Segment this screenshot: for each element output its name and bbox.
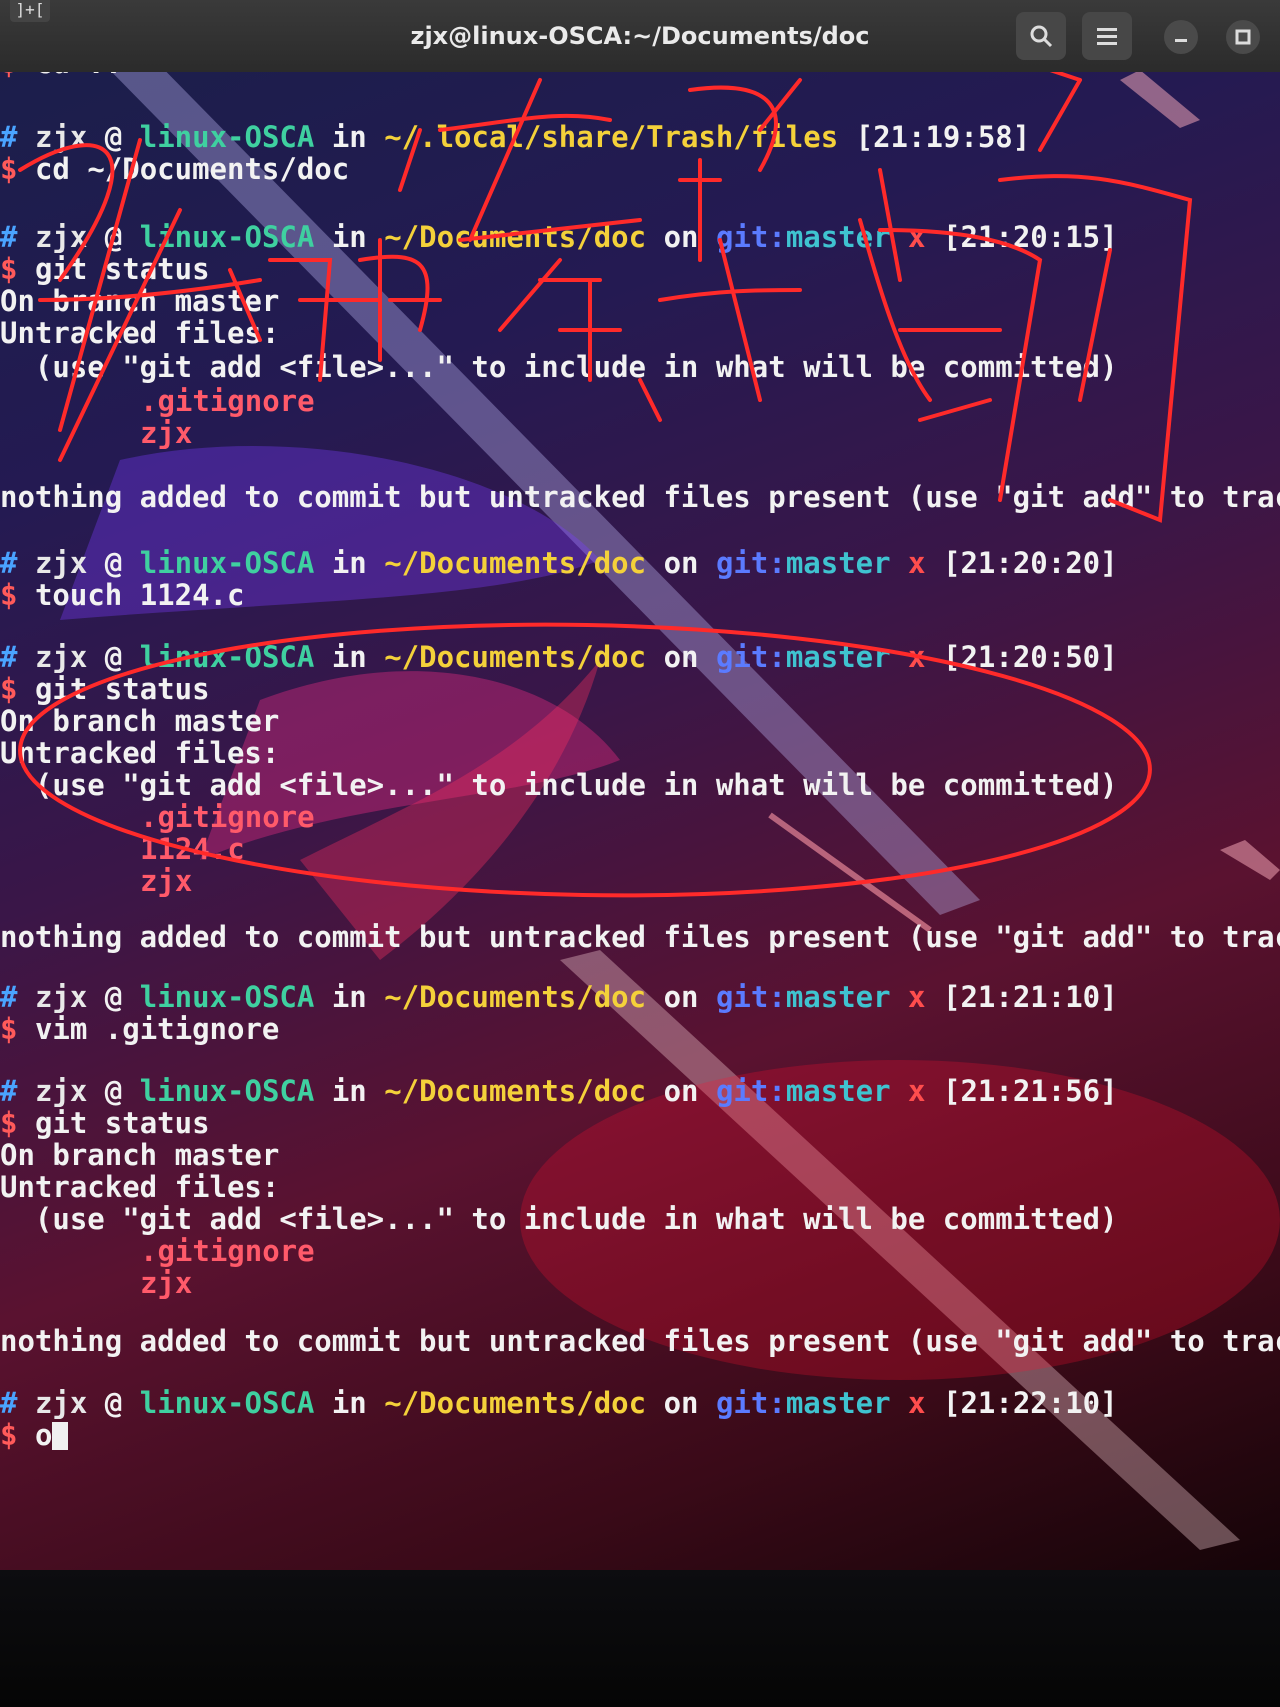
output-hint-3: (use "git add <file>..." to include in w…	[0, 1202, 1118, 1236]
output-hint-1: (use "git add <file>..." to include in w…	[0, 350, 1118, 384]
untracked-file-gitignore-1: .gitignore	[140, 384, 315, 418]
maximize-icon	[1235, 29, 1251, 45]
command-line-6: $ git status	[0, 1106, 210, 1140]
untracked-file-gitignore-3: .gitignore	[140, 1234, 315, 1268]
untracked-file-zjx-2: zjx	[140, 864, 193, 898]
text-cursor	[52, 1422, 69, 1450]
output-untracked-1: Untracked files:	[0, 316, 280, 350]
output-hint-2: (use "git add <file>..." to include in w…	[0, 768, 1118, 802]
command-line-5: $ vim .gitignore	[0, 1012, 280, 1046]
command-line-1: $ cd ~/Documents/doc	[0, 152, 350, 186]
prompt-line-5: # zjx @ linux-OSCA in ~/Documents/doc on…	[0, 980, 1118, 1014]
search-icon	[1030, 25, 1053, 48]
untracked-file-zjx-3: zjx	[140, 1266, 193, 1300]
window-titlebar[interactable]: ]+[ zjx@linux-OSCA:~/Documents/doc	[0, 0, 1280, 72]
prompt-line-6: # zjx @ linux-OSCA in ~/Documents/doc on…	[0, 1074, 1118, 1108]
command-line-2: $ git status	[0, 252, 210, 286]
prompt-line-3: # zjx @ linux-OSCA in ~/Documents/doc on…	[0, 546, 1118, 580]
output-nothing-added-1: nothing added to commit but untracked fi…	[0, 480, 1280, 514]
maximize-button[interactable]	[1226, 20, 1260, 54]
terminal-screen: $ cd .. # zjx @ linux-OSCA in ~/.local/s…	[0, 0, 1280, 1570]
search-button[interactable]	[1016, 12, 1066, 60]
menu-button[interactable]	[1082, 12, 1132, 60]
minimize-button[interactable]	[1164, 20, 1198, 54]
output-untracked-3: Untracked files:	[0, 1170, 280, 1204]
terminal-output[interactable]: $ cd .. # zjx @ linux-OSCA in ~/.local/s…	[0, 40, 1280, 1570]
prompt-line-7: # zjx @ linux-OSCA in ~/Documents/doc on…	[0, 1386, 1118, 1420]
untracked-file-gitignore-2: .gitignore	[140, 800, 315, 834]
output-on-branch-3: On branch master	[0, 1138, 280, 1172]
untracked-file-1124c: 1124.c	[140, 832, 245, 866]
prompt-line-2: # zjx @ linux-OSCA in ~/Documents/doc on…	[0, 220, 1118, 254]
command-line-4: $ git status	[0, 672, 210, 706]
command-line-3: $ touch 1124.c	[0, 578, 245, 612]
monitor-bezel	[0, 1570, 1280, 1707]
untracked-file-zjx-1: zjx	[140, 416, 193, 450]
minimize-icon	[1175, 39, 1187, 42]
hamburger-menu-icon	[1097, 28, 1117, 45]
output-untracked-2: Untracked files:	[0, 736, 280, 770]
prompt-line-4: # zjx @ linux-OSCA in ~/Documents/doc on…	[0, 640, 1118, 674]
new-tab-icon: ]+[	[15, 0, 45, 19]
window-title: zjx@linux-OSCA:~/Documents/doc	[410, 22, 870, 50]
output-nothing-added-2: nothing added to commit but untracked fi…	[0, 920, 1280, 954]
new-tab-button[interactable]: ]+[	[10, 0, 50, 22]
output-on-branch-1: On branch master	[0, 284, 280, 318]
command-line-current[interactable]: $ o	[0, 1418, 69, 1452]
output-on-branch-2: On branch master	[0, 704, 280, 738]
output-nothing-added-3: nothing added to commit but untracked fi…	[0, 1324, 1280, 1358]
prompt-line-1: # zjx @ linux-OSCA in ~/.local/share/Tra…	[0, 120, 1031, 154]
